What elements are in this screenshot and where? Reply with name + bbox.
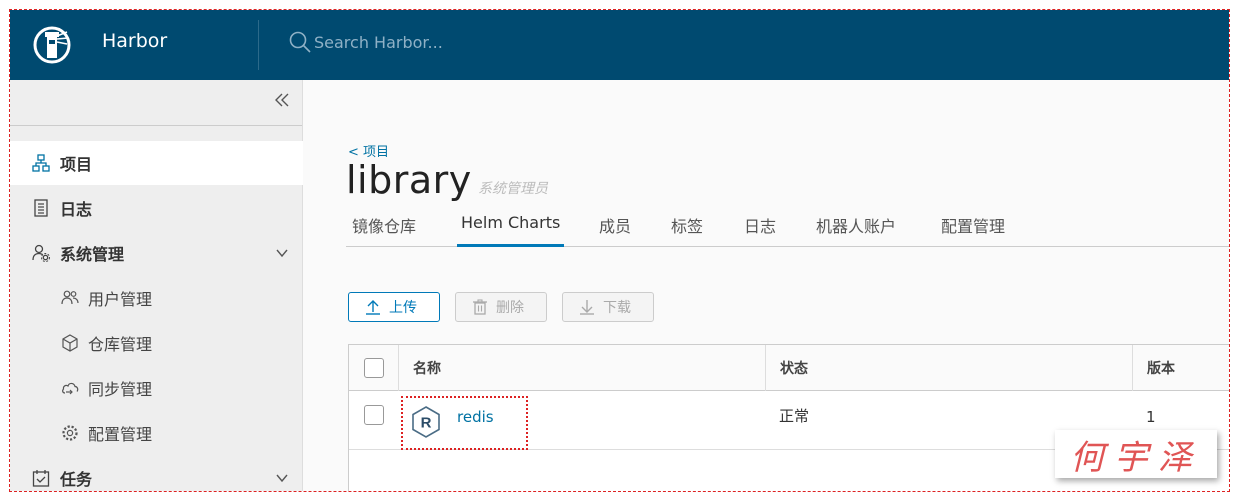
upload-label: 上传 — [389, 300, 417, 316]
harbor-logo-icon[interactable] — [33, 22, 71, 68]
sidebar-item-label: 配置管理 — [88, 425, 153, 444]
sidebar-item-replication[interactable]: 同步管理 — [10, 366, 303, 410]
settings-icon — [62, 425, 78, 441]
search-icon — [289, 31, 311, 53]
row-checkbox[interactable] — [364, 405, 384, 425]
download-button[interactable]: 下载 — [562, 292, 654, 322]
delete-button[interactable]: 删除 — [455, 292, 547, 322]
chevron-down-icon[interactable] — [275, 471, 289, 485]
delete-label: 删除 — [496, 300, 524, 316]
sidebar-item-label: 仓库管理 — [88, 335, 153, 354]
tab-repositories[interactable]: 镜像仓库 — [352, 205, 416, 247]
header-divider — [258, 20, 259, 70]
sidebar-item-users[interactable]: 用户管理 — [10, 276, 303, 320]
projects-icon — [32, 154, 50, 172]
sidebar-item-label: 日志 — [60, 200, 93, 219]
sidebar-item-label: 用户管理 — [88, 290, 153, 309]
upload-button[interactable]: 上传 — [348, 292, 440, 322]
tab-helm-charts[interactable]: Helm Charts — [457, 205, 565, 247]
chart-status: 正常 — [779, 407, 810, 425]
sidebar: 项目 日志 系统管理 用户管理 仓库管理 同步管理 配置管理 任务 — [10, 80, 303, 491]
sidebar-separator — [10, 125, 302, 126]
brand-name[interactable]: Harbor — [102, 30, 167, 52]
sidebar-item-label: 系统管理 — [60, 245, 125, 264]
admin-icon — [32, 244, 50, 262]
column-header-name[interactable]: 名称 — [398, 345, 765, 391]
download-label: 下载 — [603, 300, 631, 316]
page-title: library — [346, 158, 472, 202]
tab-members[interactable]: 成员 — [599, 205, 631, 247]
watermark-text: 何宇泽 — [1070, 437, 1202, 478]
select-all-checkbox[interactable] — [364, 358, 384, 378]
sidebar-item-registries[interactable]: 仓库管理 — [10, 321, 303, 365]
annotation-highlight — [401, 396, 528, 450]
tab-logs[interactable]: 日志 — [744, 205, 776, 247]
tab-robot-accounts[interactable]: 机器人账户 — [816, 205, 896, 247]
role-badge: 系统管理员 — [478, 181, 548, 197]
sidebar-item-logs[interactable]: 日志 — [10, 186, 303, 230]
sidebar-item-tasks[interactable]: 任务 — [10, 456, 303, 491]
table-header: 名称 状态 版本 — [349, 345, 1229, 391]
sidebar-item-configuration[interactable]: 配置管理 — [10, 411, 303, 455]
top-header: Harbor Search Harbor... — [10, 10, 1229, 80]
watermark: 何宇泽 — [1055, 430, 1217, 478]
sidebar-item-label: 项目 — [60, 155, 93, 174]
tab-configuration[interactable]: 配置管理 — [941, 205, 1005, 247]
app-window: Harbor Search Harbor... 项目 日志 系统管理 用户管理 … — [10, 10, 1229, 491]
sidebar-item-label: 同步管理 — [88, 380, 153, 399]
collapse-sidebar-icon[interactable] — [274, 92, 290, 108]
sidebar-item-admin[interactable]: 系统管理 — [10, 231, 303, 275]
replication-icon — [62, 382, 79, 395]
chevron-down-icon[interactable] — [275, 246, 289, 260]
sidebar-item-label: 任务 — [60, 470, 93, 489]
column-header-status[interactable]: 状态 — [765, 345, 1132, 391]
global-search[interactable]: Search Harbor... — [288, 30, 443, 54]
trash-icon — [473, 299, 487, 315]
upload-icon — [366, 300, 380, 315]
project-tabs: 镜像仓库 Helm Charts 成员 标签 日志 机器人账户 配置管理 — [346, 205, 1229, 247]
search-input[interactable]: Search Harbor... — [314, 33, 443, 52]
chart-version: 1 — [1146, 408, 1156, 426]
tab-labels[interactable]: 标签 — [671, 205, 703, 247]
sidebar-item-projects[interactable]: 项目 — [10, 141, 303, 185]
registry-icon — [62, 334, 78, 352]
tasks-icon — [32, 470, 50, 487]
download-icon — [580, 300, 594, 315]
column-header-version[interactable]: 版本 — [1132, 345, 1229, 391]
users-icon — [61, 290, 79, 305]
logs-icon — [34, 199, 48, 217]
